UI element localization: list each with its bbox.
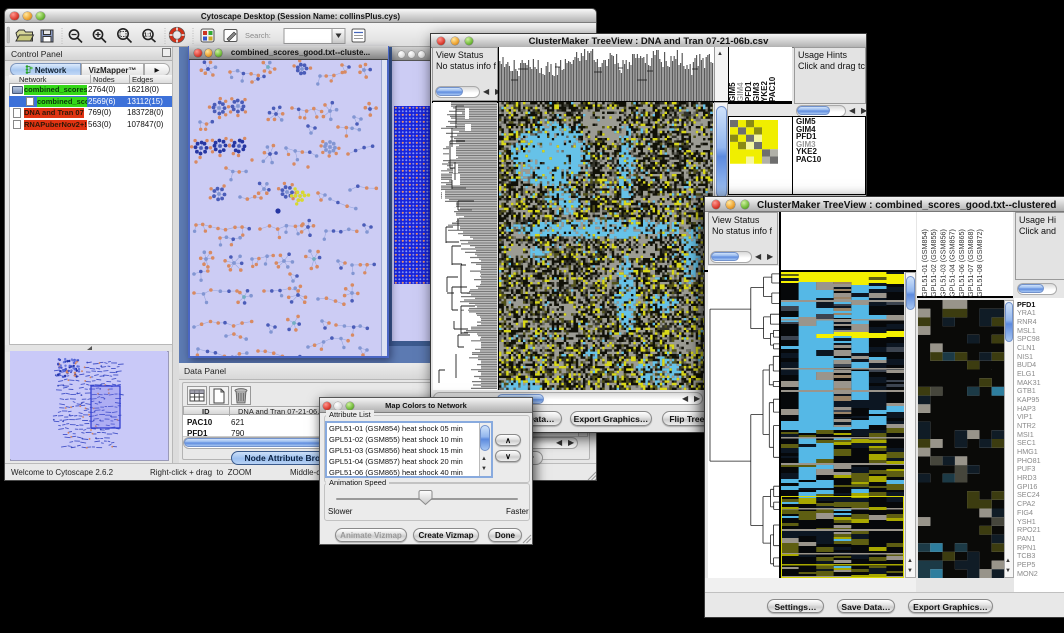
- svg-text:GPL51-04 (GSM857): GPL51-04 (GSM857): [948, 229, 957, 297]
- svg-text:GPL51-08 (GSM872): GPL51-08 (GSM872): [975, 229, 984, 297]
- svg-text:GPL51-02 (GSM855): GPL51-02 (GSM855): [929, 229, 938, 297]
- svg-text:Search:: Search:: [245, 31, 271, 40]
- svg-text:GPL51-06 (GSM865): GPL51-06 (GSM865): [957, 229, 966, 297]
- svg-text:PAC10: PAC10: [768, 76, 777, 102]
- svg-text:1:1: 1:1: [144, 33, 152, 39]
- svg-text:GPL51-01 (GSM854): GPL51-01 (GSM854): [920, 229, 929, 297]
- svg-text:GPL51-03 (GSM856): GPL51-03 (GSM856): [938, 229, 947, 297]
- svg-text:GPL51-07 (GSM868): GPL51-07 (GSM868): [966, 229, 975, 297]
